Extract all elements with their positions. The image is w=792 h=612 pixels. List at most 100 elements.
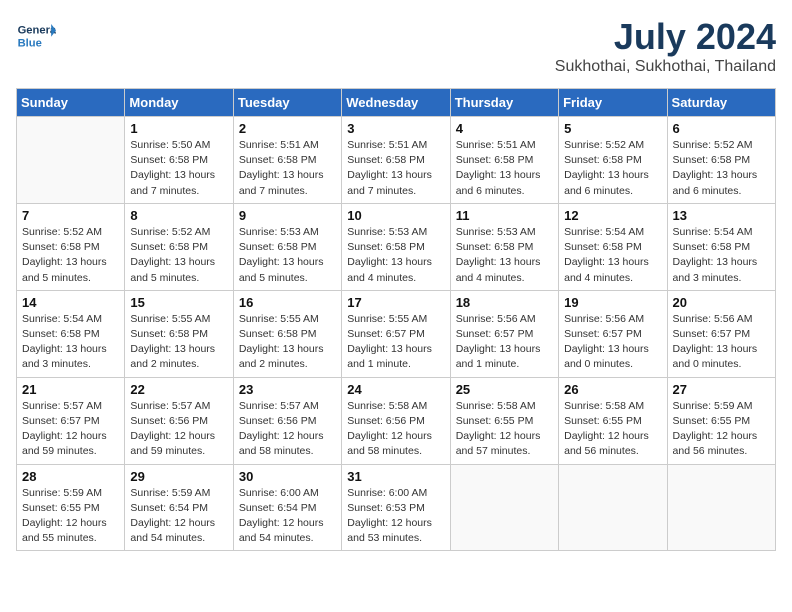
calendar-day-cell: 17 Sunrise: 5:55 AMSunset: 6:57 PMDayligh… xyxy=(342,290,450,377)
day-number: 31 xyxy=(347,469,444,484)
day-info: Sunrise: 5:55 AMSunset: 6:58 PMDaylight:… xyxy=(130,312,227,373)
page-header: General Blue July 2024 Sukhothai, Sukhot… xyxy=(16,16,776,76)
calendar-day-cell: 6 Sunrise: 5:52 AMSunset: 6:58 PMDaylight… xyxy=(667,117,775,204)
calendar-day-cell: 31 Sunrise: 6:00 AMSunset: 6:53 PMDayligh… xyxy=(342,464,450,551)
calendar-day-cell: 30Sunrise: 6:00 AMSunset: 6:54 PMDayligh… xyxy=(233,464,341,551)
calendar-header-cell: Saturday xyxy=(667,89,775,117)
calendar-header-cell: Wednesday xyxy=(342,89,450,117)
day-number: 9 xyxy=(239,208,336,223)
day-number: 2 xyxy=(239,121,336,136)
logo-icon: General Blue xyxy=(16,16,56,56)
calendar-day-cell: 28Sunrise: 5:59 AMSunset: 6:55 PMDayligh… xyxy=(17,464,125,551)
calendar-week-row: 7 Sunrise: 5:52 AMSunset: 6:58 PMDaylight… xyxy=(17,203,776,290)
day-number: 26 xyxy=(564,382,661,397)
day-info: Sunrise: 5:56 AMSunset: 6:57 PMDaylight:… xyxy=(564,312,661,373)
day-info: Sunrise: 5:53 AMSunset: 6:58 PMDaylight:… xyxy=(239,225,336,286)
day-number: 5 xyxy=(564,121,661,136)
day-info: Sunrise: 5:53 AMSunset: 6:58 PMDaylight:… xyxy=(456,225,553,286)
day-info: Sunrise: 5:54 AMSunset: 6:58 PMDaylight:… xyxy=(673,225,770,286)
day-info: Sunrise: 5:57 AMSunset: 6:56 PMDaylight:… xyxy=(239,399,336,460)
day-number: 13 xyxy=(673,208,770,223)
day-info: Sunrise: 5:56 AMSunset: 6:57 PMDaylight:… xyxy=(673,312,770,373)
day-number: 21 xyxy=(22,382,119,397)
calendar-week-row: 14 Sunrise: 5:54 AMSunset: 6:58 PMDayligh… xyxy=(17,290,776,377)
day-info: Sunrise: 5:57 AMSunset: 6:56 PMDaylight:… xyxy=(130,399,227,460)
calendar-day-cell: 18 Sunrise: 5:56 AMSunset: 6:57 PMDayligh… xyxy=(450,290,558,377)
day-info: Sunrise: 5:53 AMSunset: 6:58 PMDaylight:… xyxy=(347,225,444,286)
day-number: 27 xyxy=(673,382,770,397)
calendar-day-cell: 7 Sunrise: 5:52 AMSunset: 6:58 PMDaylight… xyxy=(17,203,125,290)
day-number: 18 xyxy=(456,295,553,310)
calendar-day-cell: 5 Sunrise: 5:52 AMSunset: 6:58 PMDaylight… xyxy=(559,117,667,204)
calendar-day-cell xyxy=(17,117,125,204)
calendar-day-cell: 26 Sunrise: 5:58 AMSunset: 6:55 PMDayligh… xyxy=(559,377,667,464)
day-info: Sunrise: 5:52 AMSunset: 6:58 PMDaylight:… xyxy=(22,225,119,286)
calendar-day-cell: 2 Sunrise: 5:51 AMSunset: 6:58 PMDaylight… xyxy=(233,117,341,204)
calendar-title: July 2024 xyxy=(555,16,776,58)
day-info: Sunrise: 5:51 AMSunset: 6:58 PMDaylight:… xyxy=(239,138,336,199)
day-info: Sunrise: 5:55 AMSunset: 6:58 PMDaylight:… xyxy=(239,312,336,373)
day-number: 23 xyxy=(239,382,336,397)
day-number: 6 xyxy=(673,121,770,136)
day-info: Sunrise: 5:54 AMSunset: 6:58 PMDaylight:… xyxy=(22,312,119,373)
day-info: Sunrise: 5:54 AMSunset: 6:58 PMDaylight:… xyxy=(564,225,661,286)
calendar-day-cell: 29 Sunrise: 5:59 AMSunset: 6:54 PMDayligh… xyxy=(125,464,233,551)
day-info: Sunrise: 5:55 AMSunset: 6:57 PMDaylight:… xyxy=(347,312,444,373)
calendar-day-cell: 27Sunrise: 5:59 AMSunset: 6:55 PMDayligh… xyxy=(667,377,775,464)
day-info: Sunrise: 5:59 AMSunset: 6:55 PMDaylight:… xyxy=(22,486,119,547)
calendar-week-row: 21 Sunrise: 5:57 AMSunset: 6:57 PMDayligh… xyxy=(17,377,776,464)
day-number: 22 xyxy=(130,382,227,397)
calendar-header-cell: Sunday xyxy=(17,89,125,117)
day-number: 30 xyxy=(239,469,336,484)
calendar-day-cell: 25 Sunrise: 5:58 AMSunset: 6:55 PMDayligh… xyxy=(450,377,558,464)
day-info: Sunrise: 5:58 AMSunset: 6:56 PMDaylight:… xyxy=(347,399,444,460)
day-number: 10 xyxy=(347,208,444,223)
calendar-day-cell: 21 Sunrise: 5:57 AMSunset: 6:57 PMDayligh… xyxy=(17,377,125,464)
calendar-day-cell: 24 Sunrise: 5:58 AMSunset: 6:56 PMDayligh… xyxy=(342,377,450,464)
day-info: Sunrise: 5:50 AMSunset: 6:58 PMDaylight:… xyxy=(130,138,227,199)
day-number: 25 xyxy=(456,382,553,397)
day-number: 1 xyxy=(130,121,227,136)
day-info: Sunrise: 5:52 AMSunset: 6:58 PMDaylight:… xyxy=(564,138,661,199)
day-number: 24 xyxy=(347,382,444,397)
day-number: 11 xyxy=(456,208,553,223)
day-number: 20 xyxy=(673,295,770,310)
day-number: 19 xyxy=(564,295,661,310)
calendar-subtitle: Sukhothai, Sukhothai, Thailand xyxy=(555,58,776,76)
calendar-day-cell: 20 Sunrise: 5:56 AMSunset: 6:57 PMDayligh… xyxy=(667,290,775,377)
calendar-day-cell: 11 Sunrise: 5:53 AMSunset: 6:58 PMDayligh… xyxy=(450,203,558,290)
calendar-day-cell: 14 Sunrise: 5:54 AMSunset: 6:58 PMDayligh… xyxy=(17,290,125,377)
day-number: 3 xyxy=(347,121,444,136)
calendar-day-cell: 1 Sunrise: 5:50 AMSunset: 6:58 PMDaylight… xyxy=(125,117,233,204)
day-number: 29 xyxy=(130,469,227,484)
svg-text:Blue: Blue xyxy=(18,37,42,49)
day-number: 17 xyxy=(347,295,444,310)
day-info: Sunrise: 5:59 AMSunset: 6:54 PMDaylight:… xyxy=(130,486,227,547)
calendar-header-cell: Monday xyxy=(125,89,233,117)
calendar-day-cell: 3 Sunrise: 5:51 AMSunset: 6:58 PMDaylight… xyxy=(342,117,450,204)
day-info: Sunrise: 5:58 AMSunset: 6:55 PMDaylight:… xyxy=(564,399,661,460)
calendar-table: SundayMondayTuesdayWednesdayThursdayFrid… xyxy=(16,88,776,551)
calendar-day-cell: 9 Sunrise: 5:53 AMSunset: 6:58 PMDaylight… xyxy=(233,203,341,290)
day-info: Sunrise: 5:52 AMSunset: 6:58 PMDaylight:… xyxy=(673,138,770,199)
calendar-day-cell: 8Sunrise: 5:52 AMSunset: 6:58 PMDaylight… xyxy=(125,203,233,290)
calendar-day-cell xyxy=(450,464,558,551)
day-info: Sunrise: 5:52 AMSunset: 6:58 PMDaylight:… xyxy=(130,225,227,286)
day-info: Sunrise: 5:51 AMSunset: 6:58 PMDaylight:… xyxy=(347,138,444,199)
day-number: 7 xyxy=(22,208,119,223)
day-info: Sunrise: 5:57 AMSunset: 6:57 PMDaylight:… xyxy=(22,399,119,460)
calendar-header-cell: Thursday xyxy=(450,89,558,117)
calendar-day-cell: 22 Sunrise: 5:57 AMSunset: 6:56 PMDayligh… xyxy=(125,377,233,464)
day-number: 4 xyxy=(456,121,553,136)
svg-text:General: General xyxy=(18,25,56,37)
calendar-day-cell: 15Sunrise: 5:55 AMSunset: 6:58 PMDayligh… xyxy=(125,290,233,377)
day-number: 14 xyxy=(22,295,119,310)
calendar-day-cell: 10 Sunrise: 5:53 AMSunset: 6:58 PMDayligh… xyxy=(342,203,450,290)
day-info: Sunrise: 6:00 AMSunset: 6:53 PMDaylight:… xyxy=(347,486,444,547)
day-info: Sunrise: 5:58 AMSunset: 6:55 PMDaylight:… xyxy=(456,399,553,460)
calendar-week-row: 1 Sunrise: 5:50 AMSunset: 6:58 PMDaylight… xyxy=(17,117,776,204)
calendar-header-cell: Friday xyxy=(559,89,667,117)
calendar-header-cell: Tuesday xyxy=(233,89,341,117)
calendar-day-cell xyxy=(667,464,775,551)
day-info: Sunrise: 5:56 AMSunset: 6:57 PMDaylight:… xyxy=(456,312,553,373)
